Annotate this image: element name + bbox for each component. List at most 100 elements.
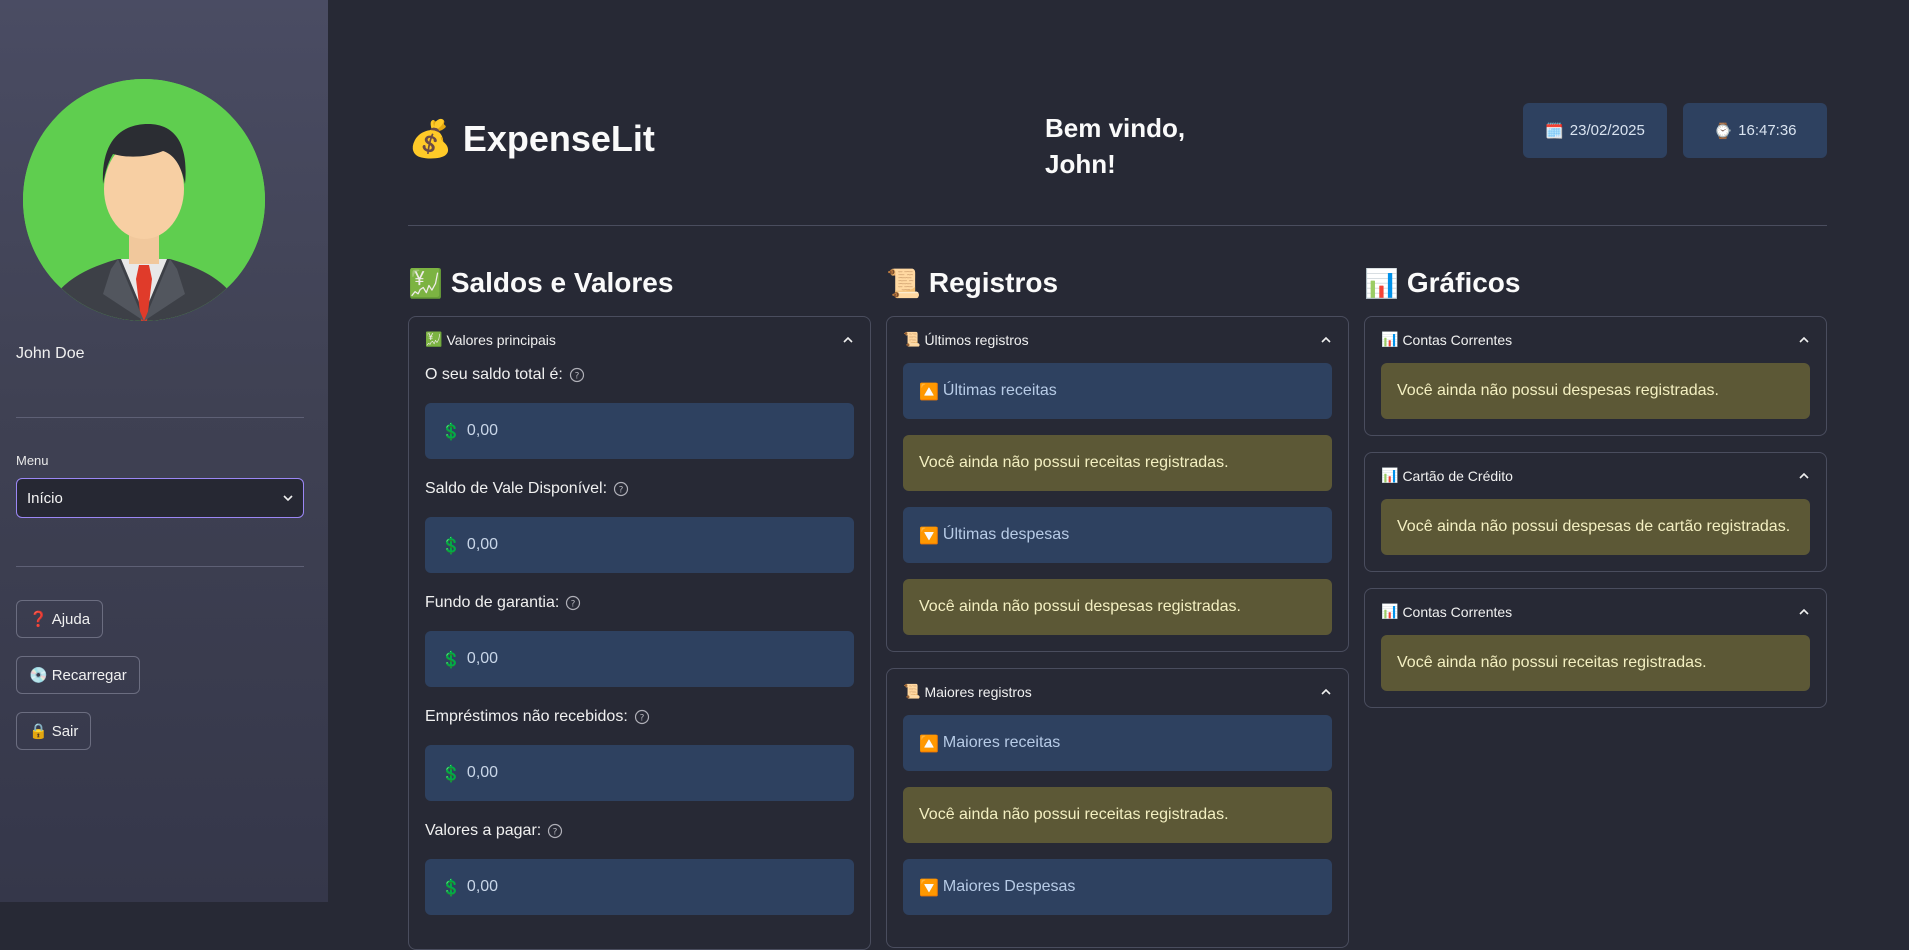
watch-icon: ⌚	[1713, 121, 1733, 140]
sidebar-divider	[16, 566, 304, 567]
welcome-message: Bem vindo, John!	[1045, 110, 1205, 182]
help-circle-icon[interactable]: ?	[569, 367, 585, 383]
date-text: 23/02/2025	[1569, 122, 1645, 139]
metric-value: 💲 0,00	[425, 517, 854, 573]
main-values-expander-header[interactable]: 💹 Valores principais	[425, 317, 854, 363]
help-button[interactable]: ❓ Ajuda	[16, 600, 104, 638]
welcome-line-2: John!	[1045, 149, 1116, 179]
latest-records-expander: 📜 Últimos registros 🔼 Últimas receitas V…	[886, 316, 1349, 652]
chart-expander-header[interactable]: 📊 Contas Correntes	[1381, 589, 1810, 635]
dollar-icon: 💲	[441, 877, 461, 897]
warning-message: Você ainda não possui receitas registrad…	[903, 435, 1332, 491]
field-label-text: Empréstimos não recebidos:	[425, 708, 628, 725]
scroll-icon: 📜	[903, 684, 921, 700]
dollar-icon: 💲	[441, 421, 461, 441]
charts-title: 📊 Gráficos	[1364, 262, 1827, 304]
user-name: John Doe	[16, 345, 85, 362]
warning-message: Você ainda não possui despesas de cartão…	[1381, 499, 1810, 555]
expander-label: Cartão de Crédito	[1402, 468, 1513, 484]
sidebar-divider	[16, 417, 304, 418]
chart-expander-header[interactable]: 📊 Cartão de Crédito	[1381, 453, 1810, 499]
field-label-text: Valores a pagar:	[425, 822, 542, 839]
metric-value-text: 0,00	[466, 650, 499, 667]
charts-column: 📊 Gráficos 📊 Contas Correntes Você ainda…	[1364, 262, 1827, 708]
chevron-up-icon[interactable]	[1320, 334, 1332, 346]
reload-button[interactable]: 💿 Recarregar	[16, 656, 140, 694]
chart-expander-header[interactable]: 📊 Contas Correntes	[1381, 317, 1810, 363]
charts-title-text: Gráficos	[1406, 267, 1521, 298]
chevron-up-icon[interactable]	[1798, 606, 1810, 618]
menu-label: Menu	[16, 453, 49, 468]
metric-value-text: 0,00	[466, 536, 499, 553]
balances-title-text: Saldos e Valores	[450, 267, 674, 298]
calendar-icon: 🗓️	[1545, 121, 1564, 140]
time-text: 16:47:36	[1738, 122, 1797, 139]
expander-label: Contas Correntes	[1402, 604, 1513, 620]
svg-text:?: ?	[553, 828, 558, 838]
expander-label: Contas Correntes	[1402, 332, 1513, 348]
bar-chart-icon: 📊	[1381, 332, 1399, 348]
bar-chart-icon: 📊	[1381, 468, 1399, 484]
svg-text:?: ?	[574, 372, 579, 382]
largest-records-expander-header[interactable]: 📜 Maiores registros	[903, 669, 1332, 715]
main-values-expander: 💹 Valores principais O seu saldo total é…	[408, 316, 871, 950]
field-label: Fundo de garantia: ?	[425, 591, 854, 615]
bar-chart-icon: 📊	[1381, 604, 1399, 620]
main-content: 💰 ExpenseLit Bem vindo, John! 🗓️ 23/02/2…	[328, 0, 1909, 950]
latest-expenses-heading: 🔽 Últimas despesas	[903, 507, 1332, 563]
info-text: Maiores Despesas	[942, 878, 1076, 895]
records-title-text: Registros	[928, 267, 1059, 298]
chart-expander: 📊 Contas Correntes Você ainda não possui…	[1364, 588, 1827, 708]
metric-value-text: 0,00	[466, 878, 499, 895]
dollar-icon: 💲	[441, 535, 461, 555]
question-icon: ❓	[29, 610, 48, 628]
reload-button-label: Recarregar	[51, 666, 127, 684]
field-label: O seu saldo total é: ?	[425, 363, 854, 387]
welcome-line-1: Bem vindo,	[1045, 113, 1186, 143]
menu-select[interactable]: Início	[16, 478, 304, 518]
latest-income-heading: 🔼 Últimas receitas	[903, 363, 1332, 419]
chart-expander: 📊 Cartão de Crédito Você ainda não possu…	[1364, 452, 1827, 572]
up-arrow-icon: 🔼	[919, 381, 939, 401]
help-circle-icon[interactable]: ?	[634, 709, 650, 725]
metric-value: 💲 0,00	[425, 745, 854, 801]
businessman-avatar-icon	[23, 79, 265, 321]
scroll-icon: 📜	[886, 266, 921, 300]
dollar-icon: 💲	[441, 763, 461, 783]
chevron-up-icon[interactable]	[1798, 470, 1810, 482]
expander-label: Maiores registros	[924, 684, 1032, 700]
metric-value: 💲 0,00	[425, 403, 854, 459]
help-circle-icon[interactable]: ?	[565, 595, 581, 611]
balances-column: 💹 Saldos e Valores 💹 Valores principais …	[408, 262, 871, 950]
chevron-up-icon[interactable]	[1320, 686, 1332, 698]
chevron-up-icon[interactable]	[1798, 334, 1810, 346]
app-title: 💰 ExpenseLit	[408, 118, 655, 160]
disc-icon: 💿	[29, 666, 48, 684]
help-circle-icon[interactable]: ?	[547, 823, 563, 839]
field-label: Saldo de Vale Disponível: ?	[425, 477, 854, 501]
info-text: Últimas despesas	[942, 526, 1070, 543]
largest-records-expander: 📜 Maiores registros 🔼 Maiores receitas V…	[886, 668, 1349, 948]
logout-button-label: Sair	[51, 722, 79, 740]
balances-title: 💹 Saldos e Valores	[408, 262, 871, 304]
logout-button[interactable]: 🔒 Sair	[16, 712, 92, 750]
lock-icon: 🔒	[29, 722, 48, 740]
chart-expander: 📊 Contas Correntes Você ainda não possui…	[1364, 316, 1827, 436]
field-label-text: O seu saldo total é:	[425, 366, 563, 383]
warning-message: Você ainda não possui receitas registrad…	[903, 787, 1332, 843]
chart-yen-icon: 💹	[408, 266, 443, 300]
records-title: 📜 Registros	[886, 262, 1349, 304]
scroll-icon: 📜	[903, 332, 921, 348]
help-circle-icon[interactable]: ?	[613, 481, 629, 497]
chevron-up-icon[interactable]	[842, 334, 854, 346]
warning-message: Você ainda não possui despesas registrad…	[1381, 363, 1810, 419]
field-label-text: Saldo de Vale Disponível:	[425, 480, 608, 497]
largest-income-heading: 🔼 Maiores receitas	[903, 715, 1332, 771]
expander-label: Valores principais	[446, 332, 556, 348]
latest-records-expander-header[interactable]: 📜 Últimos registros	[903, 317, 1332, 363]
down-arrow-icon: 🔽	[919, 877, 939, 897]
chevron-down-icon	[283, 495, 293, 502]
svg-text:?: ?	[639, 714, 644, 724]
warning-message: Você ainda não possui receitas registrad…	[1381, 635, 1810, 691]
app-title-text: ExpenseLit	[462, 118, 655, 159]
